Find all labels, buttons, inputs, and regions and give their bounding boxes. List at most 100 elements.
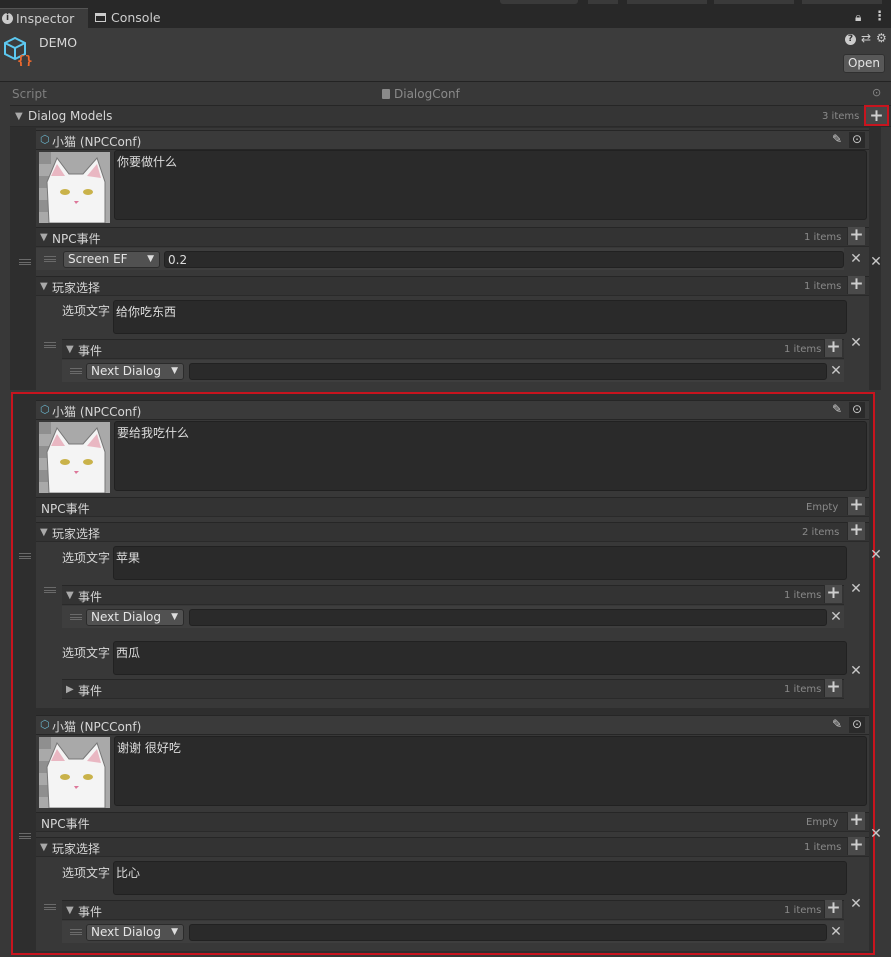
- event-object-field[interactable]: [189, 609, 827, 626]
- drag-handle-icon[interactable]: [19, 259, 31, 265]
- tab-inspector[interactable]: i Inspector: [0, 8, 88, 28]
- foldout-open-icon[interactable]: ▼: [40, 842, 48, 853]
- svg-text:{}: {}: [17, 54, 33, 66]
- remove-event-icon[interactable]: ✕: [830, 610, 842, 624]
- foldout-open-icon[interactable]: ▼: [66, 905, 74, 916]
- add-player-choice-button[interactable]: +: [847, 522, 865, 540]
- player-choice-header[interactable]: ▼ 玩家选择 2 items: [36, 522, 869, 542]
- dialog-text-area[interactable]: 你要做什么: [114, 150, 867, 220]
- drag-handle-icon[interactable]: [19, 553, 31, 559]
- remove-dialog-model-icon[interactable]: ✕: [870, 255, 882, 269]
- drag-handle-icon[interactable]: [70, 368, 82, 374]
- event-type-dropdown[interactable]: Next Dialog ▼: [86, 609, 184, 626]
- events-header[interactable]: ▼ 事件 1 items: [62, 585, 844, 605]
- toolbar-button-stub[interactable]: [588, 0, 618, 4]
- help-icon[interactable]: ?: [845, 34, 856, 45]
- add-dialog-model-button[interactable]: +: [864, 105, 889, 126]
- object-picker-icon[interactable]: ⊙: [849, 132, 865, 148]
- toolbar-button-stub[interactable]: [714, 0, 794, 4]
- player-choice-count: 1 items: [804, 281, 842, 292]
- option-text-field[interactable]: 苹果: [113, 546, 847, 580]
- event-type-value: Next Dialog: [91, 925, 161, 939]
- npc-event-type-dropdown[interactable]: Screen EF ▼: [63, 251, 160, 268]
- drag-handle-icon[interactable]: [44, 587, 56, 593]
- remove-choice-icon[interactable]: ✕: [850, 664, 862, 678]
- edit-pencil-icon[interactable]: ✎: [832, 717, 842, 731]
- foldout-open-icon[interactable]: ▼: [66, 344, 74, 355]
- events-label: 事件: [78, 905, 103, 919]
- preset-icon[interactable]: ⇄: [861, 31, 871, 45]
- add-event-button[interactable]: +: [824, 339, 842, 357]
- foldout-open-icon[interactable]: ▼: [40, 232, 48, 243]
- npc-events-header[interactable]: NPC事件 Empty: [36, 497, 869, 517]
- object-picker-icon[interactable]: ⊙: [849, 402, 865, 418]
- events-header-collapsed[interactable]: ▶ 事件 1 items: [62, 679, 844, 699]
- remove-npc-event-icon[interactable]: ✕: [850, 252, 862, 266]
- add-event-button[interactable]: +: [824, 679, 842, 697]
- remove-event-icon[interactable]: ✕: [830, 925, 842, 939]
- dialog-text-area[interactable]: 要给我吃什么: [114, 421, 867, 491]
- drag-handle-icon[interactable]: [44, 342, 56, 348]
- tab-console[interactable]: Console: [94, 8, 174, 28]
- dialog-model-item: ⬡ 小猫 (NPCConf) ✎ ⊙ 你要做什么 ▼ NPC事件 1 items…: [36, 128, 869, 390]
- add-event-button[interactable]: +: [824, 585, 842, 603]
- add-player-choice-button[interactable]: +: [847, 276, 865, 294]
- object-picker-icon[interactable]: ⊙: [849, 717, 865, 733]
- option-text-field[interactable]: 比心: [113, 861, 847, 895]
- event-type-dropdown[interactable]: Next Dialog ▼: [86, 363, 184, 380]
- more-menu-icon[interactable]: ⋮: [873, 9, 886, 24]
- events-header[interactable]: ▼ 事件 1 items: [62, 900, 844, 920]
- remove-choice-icon[interactable]: ✕: [850, 582, 862, 596]
- npc-conf-header[interactable]: ⬡ 小猫 (NPCConf) ✎ ⊙: [36, 715, 869, 735]
- event-object-field[interactable]: [189, 363, 827, 380]
- foldout-closed-icon[interactable]: ▶: [66, 684, 74, 695]
- foldout-open-icon[interactable]: ▼: [40, 281, 48, 292]
- remove-dialog-model-icon[interactable]: ✕: [870, 548, 882, 562]
- add-npc-event-button[interactable]: +: [847, 812, 865, 830]
- drag-handle-icon[interactable]: [19, 833, 31, 839]
- events-label: 事件: [78, 590, 103, 604]
- lock-icon[interactable]: 🔒︎: [855, 10, 861, 25]
- remove-event-icon[interactable]: ✕: [830, 364, 842, 378]
- player-choice-header[interactable]: ▼ 玩家选择 1 items: [36, 837, 869, 857]
- drag-handle-icon[interactable]: [44, 256, 56, 262]
- edit-pencil-icon[interactable]: ✎: [832, 402, 842, 416]
- drag-handle-icon[interactable]: [70, 929, 82, 935]
- npc-events-header[interactable]: NPC事件 Empty: [36, 812, 869, 832]
- foldout-open-icon[interactable]: ▼: [40, 527, 48, 538]
- add-npc-event-button[interactable]: +: [847, 497, 865, 515]
- player-choice-header[interactable]: ▼ 玩家选择 1 items: [36, 276, 869, 296]
- option-text-value: 给你吃东西: [116, 305, 177, 319]
- toolbar-button-stub[interactable]: [627, 0, 707, 4]
- option-text-field[interactable]: 给你吃东西: [113, 300, 847, 334]
- dialog-models-header[interactable]: ▼ Dialog Models 3 items: [10, 105, 891, 127]
- edit-pencil-icon[interactable]: ✎: [832, 132, 842, 146]
- add-npc-event-button[interactable]: +: [847, 227, 865, 245]
- npc-avatar-image: [39, 422, 110, 493]
- add-player-choice-button[interactable]: +: [847, 837, 865, 855]
- npc-event-value-field[interactable]: 0.2: [164, 251, 844, 268]
- events-header[interactable]: ▼ 事件 1 items: [62, 339, 844, 359]
- remove-choice-icon[interactable]: ✕: [850, 336, 862, 350]
- event-object-field[interactable]: [189, 924, 827, 941]
- settings-gear-icon[interactable]: ⚙: [876, 31, 887, 45]
- remove-dialog-model-icon[interactable]: ✕: [870, 827, 882, 841]
- event-type-dropdown[interactable]: Next Dialog ▼: [86, 924, 184, 941]
- npc-avatar-image: [39, 152, 110, 223]
- drag-handle-icon[interactable]: [44, 904, 56, 910]
- open-button[interactable]: Open: [843, 54, 885, 73]
- npc-conf-header[interactable]: ⬡ 小猫 (NPCConf) ✎ ⊙: [36, 130, 869, 150]
- npc-conf-header[interactable]: ⬡ 小猫 (NPCConf) ✎ ⊙: [36, 400, 869, 420]
- foldout-open-icon[interactable]: ▼: [66, 590, 74, 601]
- script-label: Script: [12, 87, 47, 101]
- option-text-field[interactable]: 西瓜: [113, 641, 847, 675]
- remove-choice-icon[interactable]: ✕: [850, 897, 862, 911]
- add-event-button[interactable]: +: [824, 900, 842, 918]
- drag-handle-icon[interactable]: [70, 614, 82, 620]
- dialog-text-area[interactable]: 谢谢 很好吃: [114, 736, 867, 806]
- foldout-open-icon[interactable]: ▼: [15, 111, 23, 122]
- npc-events-header[interactable]: ▼ NPC事件 1 items: [36, 227, 869, 247]
- toolbar-button-stub[interactable]: [802, 0, 882, 4]
- player-choice-count: 1 items: [804, 842, 842, 853]
- toolbar-button-stub[interactable]: [500, 0, 578, 4]
